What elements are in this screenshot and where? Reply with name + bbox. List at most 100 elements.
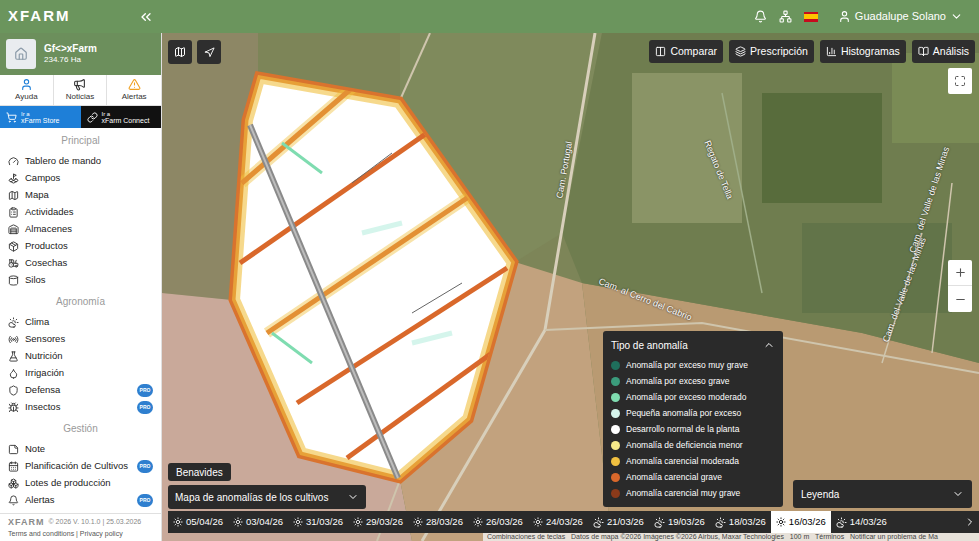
sidebar-nav: PrincipalTablero de mandoCamposMapaActiv… [0,128,161,513]
sidebar-item[interactable]: Productos [0,238,161,255]
sidebar-item-icon [8,444,19,455]
farm-card[interactable]: Gf<>xFarm234.76 Ha [0,33,161,75]
spain-flag-icon[interactable] [804,12,818,22]
legend-item: Anomalía por exceso moderado [611,389,775,405]
network-icon[interactable] [779,10,792,23]
locate-button[interactable] [197,40,221,64]
timeline-date[interactable]: 18/03/26 [710,511,771,533]
sun-icon [293,517,303,527]
sidebar-item-label: Almacenes [25,222,153,236]
sidebar-item[interactable]: Note [0,441,161,458]
logo[interactable]: XFARM [8,5,71,28]
quick-link[interactable]: Ayuda [0,75,54,105]
sidebar-item-icon [8,156,19,167]
sidebar-item-icon [8,275,19,286]
cloud-icon [593,517,604,528]
sidebar-item-label: Cosechas [25,256,153,270]
toolbar-button[interactable]: Prescripción [729,40,814,63]
timeline-date[interactable]: 24/03/26 [528,511,588,533]
toolbar-button[interactable]: Comparar [649,40,723,63]
sidebar-item[interactable]: Sensores [0,331,161,348]
user-menu[interactable]: Guadalupe Solano [838,8,963,25]
sidebar-item[interactable]: Campos [0,170,161,187]
sidebar-item-icon [8,173,19,184]
legend-dot [611,457,620,466]
toolbar-button[interactable]: Histogramas [820,40,906,63]
timeline-date[interactable]: 21/03/26 [588,511,649,533]
sidebar-item[interactable]: Irrigación [0,365,161,382]
sidebar-item[interactable]: Planificación de CultivosPRO [0,458,161,475]
sidebar-item[interactable]: DefensaPRO [0,382,161,399]
quick-link[interactable]: Noticias [54,75,108,105]
timeline-date[interactable]: 29/03/26 [348,511,408,533]
sidebar-item-icon [8,190,19,201]
timeline-date[interactable]: 16/03/26 [771,511,831,533]
legend-items: Anomalía por exceso muy graveAnomalía po… [611,357,775,501]
legend-item: Anomalía por exceso grave [611,373,775,389]
timeline-date[interactable]: 26/03/26 [468,511,528,533]
sidebar-item-label: Defensa [25,383,131,397]
timeline-date[interactable]: 28/03/26 [408,511,468,533]
sidebar-item[interactable]: Silos [0,272,161,289]
fullscreen-icon [954,75,966,87]
bell-icon[interactable] [754,10,767,23]
timeline-date[interactable]: 31/03/26 [288,511,348,533]
legend-dot [611,377,620,386]
quick-link-icon [20,78,33,91]
store-button-prefix: Ir a [102,111,150,117]
store-links: Ir axFarm StoreIr axFarm Connect [0,106,161,128]
fullscreen-button[interactable] [948,68,972,94]
sidebar-item[interactable]: Actividades [0,204,161,221]
footer-links[interactable]: Terms and conditions | Privacy policy [8,529,153,540]
legend-label: Anomalía por exceso moderado [626,391,747,404]
timeline-date-label: 28/03/26 [426,515,463,529]
layer-select[interactable]: Mapa de anomalías de los cultivos [168,485,366,509]
header-left: XFARM [0,5,162,28]
store-button-label: xFarm Connect [102,117,150,124]
sidebar-item[interactable]: InsectosPRO [0,399,161,416]
sidebar-item-icon [8,402,19,413]
sidebar-item-icon [8,224,19,235]
map-type-button[interactable] [168,40,192,64]
sidebar-item[interactable]: Nutrición [0,348,161,365]
collapse-icon[interactable] [138,9,154,25]
cloud-icon [836,517,847,528]
pro-badge: PRO [137,401,153,414]
store-button-label: xFarm Store [21,117,60,124]
zoom-in-button[interactable] [948,260,972,286]
minus-icon [954,293,967,306]
sidebar-item[interactable]: Tablero de mando [0,153,161,170]
sidebar-item[interactable]: Almacenes [0,221,161,238]
store-button[interactable]: Ir axFarm Store [0,106,81,128]
quick-link[interactable]: Alertas [107,75,161,105]
cloud-icon [715,517,726,528]
timeline-date[interactable]: 03/04/26 [228,511,288,533]
satellite-map[interactable] [162,33,979,541]
zoom-out-button[interactable] [948,286,972,312]
sidebar-item[interactable]: Clima [0,314,161,331]
timeline-date[interactable]: 14/03/26 [831,511,892,533]
sidebar-item[interactable]: Mapa [0,187,161,204]
legend-item: Anomalía por exceso muy grave [611,357,775,373]
sidebar-item-icon [8,351,19,362]
sidebar-item[interactable]: Cosechas [0,255,161,272]
legend-header[interactable]: Tipo de anomalía [611,336,775,354]
sidebar-section: AgronomíaClimaSensoresNutriciónIrrigació… [0,289,161,416]
pro-badge: PRO [137,460,153,473]
sidebar-item-label: Mapa [25,188,153,202]
store-button[interactable]: Ir axFarm Connect [81,106,162,128]
chevron-right-icon[interactable] [964,516,976,528]
timeline-date[interactable]: 19/03/26 [649,511,710,533]
toolbar-button-icon [655,46,666,57]
legend-label: Anomalía por exceso muy grave [626,359,748,372]
legend-select[interactable]: Leyenda [793,480,972,508]
pro-badge: PRO [137,494,153,507]
sidebar-item[interactable]: AlertasPRO [0,492,161,509]
sidebar-item-label: Campos [25,171,153,185]
toolbar-button[interactable]: Análisis [912,40,975,63]
legend-label: Anomalía carencial muy grave [626,487,740,500]
legend-item: Anomalía carencial muy grave [611,485,775,501]
timeline-date[interactable]: 05/04/26 [168,511,228,533]
sun-icon [173,517,183,527]
sidebar-item[interactable]: Lotes de producción [0,475,161,492]
